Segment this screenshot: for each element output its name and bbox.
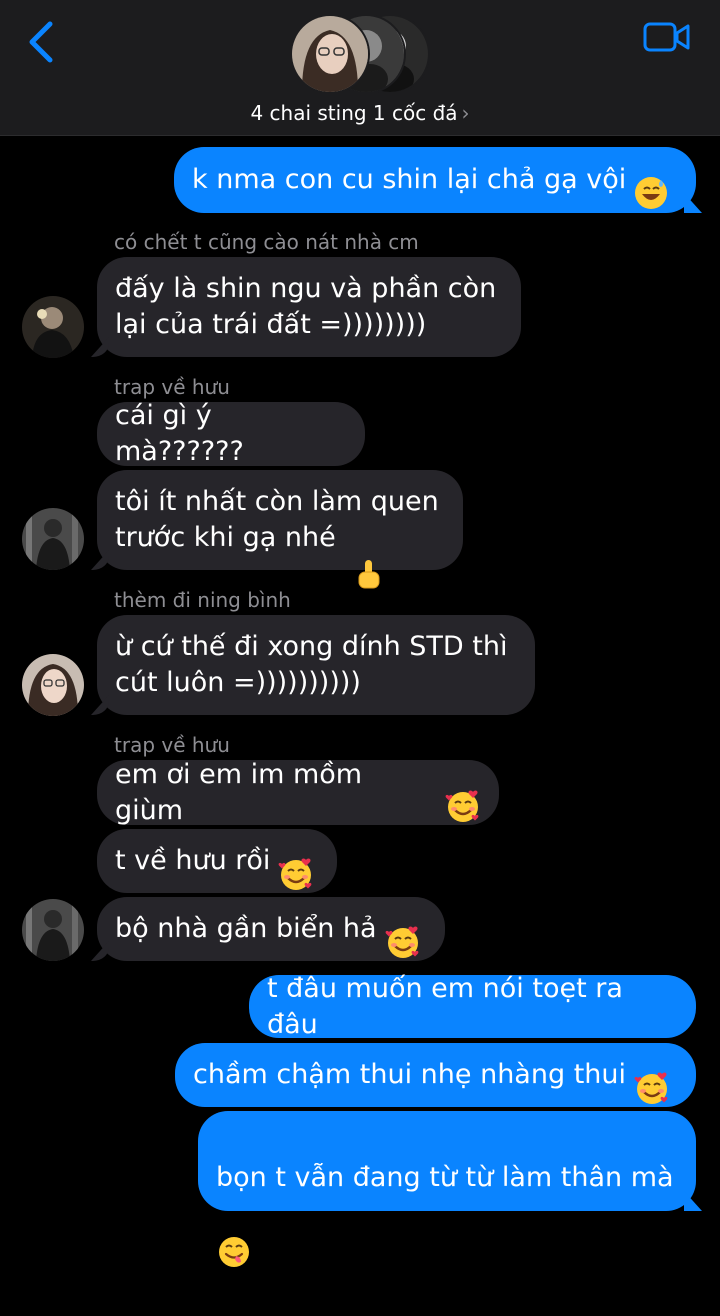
smiling-hearts-emoji-icon — [445, 752, 481, 834]
message-text: ừ cứ thế đi xong dính STD thì cút luôn =… — [115, 631, 508, 698]
sender-name: trap về hưu — [114, 733, 230, 757]
message-text: đấy là shin ngu và phần còn lại của trái… — [115, 273, 497, 340]
sender-avatar[interactable] — [22, 654, 84, 716]
message-bubble-incoming[interactable]: đấy là shin ngu và phần còn lại của trái… — [97, 257, 521, 357]
message-bubble-incoming[interactable]: tôi ít nhất còn làm quen trước khi gạ nh… — [97, 470, 463, 589]
message-text: tôi ít nhất còn làm quen trước khi gạ nh… — [115, 486, 439, 553]
member-avatar — [290, 14, 370, 94]
message-text: k nma con cu shin lại chả gạ vội — [192, 164, 627, 195]
yum-emoji-icon — [216, 1198, 678, 1280]
sender-name: có chết t cũng cào nát nhà cm — [114, 230, 419, 254]
chevron-right-icon: › — [461, 101, 470, 125]
video-call-button[interactable] — [642, 18, 692, 56]
message-bubble-outgoing[interactable]: k nma con cu shin lại chả gạ vội — [174, 147, 696, 213]
message-bubble-incoming[interactable]: ừ cứ thế đi xong dính STD thì cút luôn =… — [97, 615, 535, 715]
message-text: bọn t vẫn đang từ từ làm thân mà — [216, 1162, 674, 1193]
message-text: t về hưu rồi — [115, 845, 271, 876]
message-text: em ơi em im mồm giùm — [115, 758, 363, 826]
message-bubble-incoming[interactable]: t về hưu rồi — [97, 829, 337, 893]
smiling-hearts-emoji-icon — [278, 820, 314, 902]
group-name-label: 4 chai sting 1 cốc đá — [250, 101, 458, 125]
group-name[interactable]: 4 chai sting 1 cốc đá › — [0, 101, 720, 125]
message-text: bộ nhà gần biển hả — [115, 913, 377, 944]
sender-avatar[interactable] — [22, 296, 84, 358]
smiling-hearts-emoji-icon — [634, 1034, 670, 1116]
message-bubble-outgoing[interactable]: chầm chậm thui nhẹ nhàng thui — [175, 1043, 696, 1107]
message-bubble-outgoing[interactable]: t đâu muốn em nói toẹt ra đâu — [249, 973, 696, 1040]
message-bubble-outgoing[interactable]: bọn t vẫn đang từ từ làm thân mà — [198, 1111, 696, 1267]
video-camera-icon — [643, 22, 690, 52]
message-text: cái gì ý mà?????? — [115, 400, 244, 467]
sender-avatar[interactable] — [22, 899, 84, 961]
message-bubble-incoming[interactable]: cái gì ý mà?????? — [97, 400, 365, 467]
message-bubble-incoming[interactable]: em ơi em im mồm giùm — [97, 759, 499, 826]
back-button[interactable] — [22, 18, 62, 66]
middle-finger-emoji-icon — [355, 522, 381, 602]
sender-name: thèm đi ning bình — [114, 588, 291, 612]
group-avatar-stack[interactable] — [290, 14, 430, 94]
grinning-sweat-emoji-icon — [634, 140, 668, 220]
smiling-hearts-emoji-icon — [385, 888, 421, 970]
chevron-left-icon — [29, 21, 53, 63]
message-text: chầm chậm thui nhẹ nhàng thui — [193, 1059, 627, 1090]
message-bubble-incoming[interactable]: bộ nhà gần biển hả — [97, 897, 445, 961]
sender-avatar[interactable] — [22, 508, 84, 570]
message-text: t đâu muốn em nói toẹt ra đâu — [267, 972, 623, 1040]
chat-header: 4 chai sting 1 cốc đá › — [0, 0, 720, 136]
sender-name: trap về hưu — [114, 375, 230, 399]
